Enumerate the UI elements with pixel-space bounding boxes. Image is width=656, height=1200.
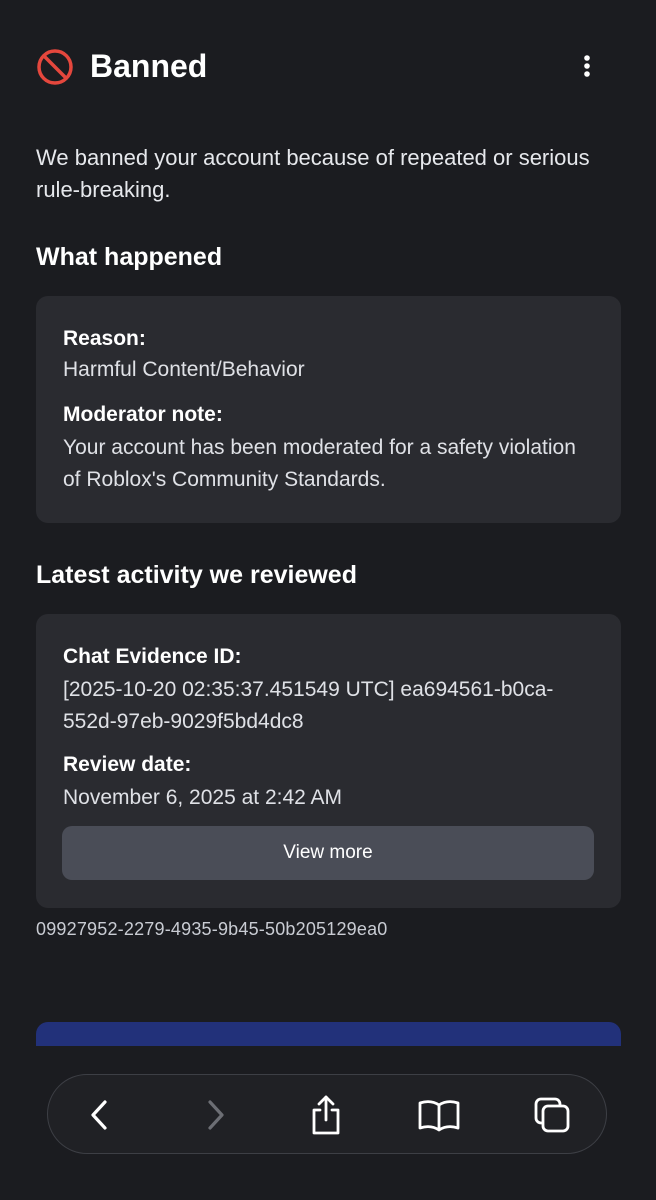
page-title: Banned [90,48,208,84]
bookmarks-button[interactable] [413,1089,465,1141]
bookmarks-icon [418,1100,460,1132]
ban-explanation: We banned your account because of repeat… [36,145,590,202]
more-options-button[interactable] [570,48,604,84]
tabs-icon [534,1097,570,1133]
more-vertical-icon [584,55,590,77]
back-button[interactable] [74,1089,126,1141]
moderator-note-value: Your account has been moderated for a sa… [63,436,576,491]
browser-toolbar [47,1074,607,1154]
ban-icon [37,49,73,85]
reason-label: Reason: [63,327,146,350]
what-happened-card: Reason: Harmful Content/Behavior Moderat… [36,296,621,523]
review-date-label: Review date: [63,753,192,776]
evidence-id-value: [2025-10-20 02:35:37.451549 UTC] ea69456… [63,678,554,733]
view-more-button[interactable]: View more [62,826,594,880]
back-icon [91,1100,107,1130]
latest-activity-card: Chat Evidence ID: [2025-10-20 02:35:37.4… [36,614,621,908]
review-date-value: November 6, 2025 at 2:42 AM [63,786,342,809]
header: Banned [0,0,656,130]
evidence-id-label: Chat Evidence ID: [63,645,242,668]
forward-button[interactable] [189,1089,241,1141]
tabs-button[interactable] [526,1089,578,1141]
forward-icon [208,1100,224,1130]
latest-activity-heading: Latest activity we reviewed [36,561,357,589]
reason-value: Harmful Content/Behavior [63,358,305,381]
moderator-note-label: Moderator note: [63,403,223,426]
share-icon [312,1095,340,1135]
what-happened-heading: What happened [36,243,223,271]
ban-notice-page: Banned We banned your account because of… [0,0,656,1200]
reference-id: 09927952-2279-4935-9b45-50b205129ea0 [36,919,388,939]
share-button[interactable] [300,1089,352,1141]
